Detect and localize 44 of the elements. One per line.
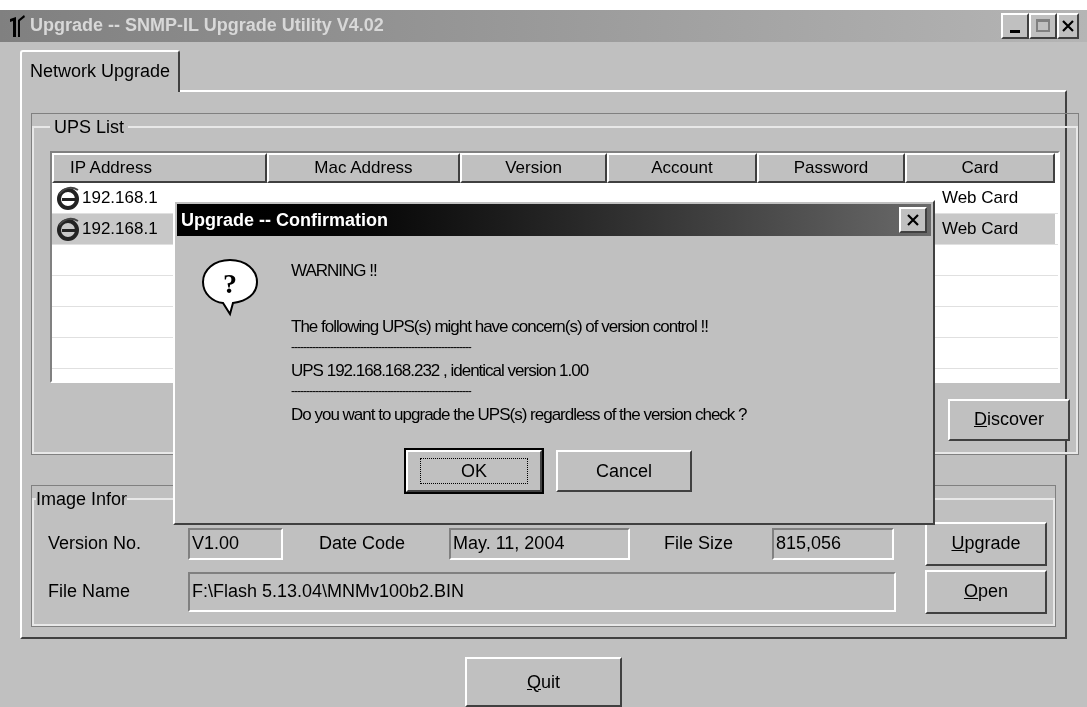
field-label: File Size xyxy=(664,532,735,556)
field-label: Version No. xyxy=(48,532,143,556)
field-label: Date Code xyxy=(319,532,407,556)
table-cell-text: 192.168.1 xyxy=(82,218,158,241)
table-cell-text: Web Card xyxy=(941,218,1019,241)
globe-e-icon xyxy=(56,216,80,241)
dialog-button[interactable]: Cancel xyxy=(556,450,692,492)
dialog-text: WARNING !! xyxy=(291,260,378,282)
quit-button[interactable]: Quit xyxy=(465,657,622,707)
table-cell-text: Web Card xyxy=(941,187,1019,210)
column-header[interactable]: IP Address xyxy=(52,152,267,183)
group-title: Image Infor xyxy=(36,487,128,511)
file-name-field: F:\Flash 5.13.04\MNMv100b2.BIN xyxy=(188,571,896,612)
column-header[interactable]: Version xyxy=(460,152,607,183)
column-header[interactable]: Mac Address xyxy=(267,152,460,183)
window-title: Upgrade -- SNMP-IL Upgrade Utility V4.02 xyxy=(30,14,384,38)
globe-e-icon xyxy=(56,185,80,210)
dialog-text: The following UPS(s) might have concern(s) of version control !! xyxy=(291,316,709,338)
close-button[interactable] xyxy=(1057,12,1079,39)
table-cell-text: 192.168.1 xyxy=(82,187,158,210)
dashed-divider: ------------------------------------------------------------ xyxy=(291,340,473,354)
version-field: V1.00 xyxy=(188,527,283,560)
file-size-field: 815,056 xyxy=(772,527,894,560)
tab[interactable]: Network Upgrade xyxy=(20,49,181,92)
close-icon xyxy=(906,213,920,227)
dialog-text: UPS 192.168.168.232 , identical version 1.00 xyxy=(291,360,590,382)
column-header[interactable]: Account xyxy=(607,152,757,183)
dialog-button[interactable]: OK xyxy=(406,450,542,492)
field-label: File Name xyxy=(48,580,132,604)
plug-icon xyxy=(8,14,26,37)
dashed-divider: ------------------------------------------------------------ xyxy=(291,384,473,398)
dialog-text: Do you want to upgrade the UPS(s) regardless of the version check ? xyxy=(291,404,747,426)
close-button[interactable] xyxy=(899,207,927,233)
close-icon xyxy=(1062,19,1074,32)
date-code-field: May. 11, 2004 xyxy=(449,527,630,560)
discover-button[interactable]: Discover xyxy=(948,398,1070,441)
column-header[interactable]: Password xyxy=(757,152,905,183)
minimize-button[interactable] xyxy=(1001,12,1029,39)
open-button[interactable]: Open xyxy=(925,569,1047,614)
upgrade-button[interactable]: Upgrade xyxy=(925,521,1047,566)
column-header[interactable]: Card xyxy=(905,152,1055,183)
question-icon: ? xyxy=(199,256,261,318)
group-title: UPS List xyxy=(53,115,126,139)
maximize-button[interactable] xyxy=(1029,12,1057,39)
